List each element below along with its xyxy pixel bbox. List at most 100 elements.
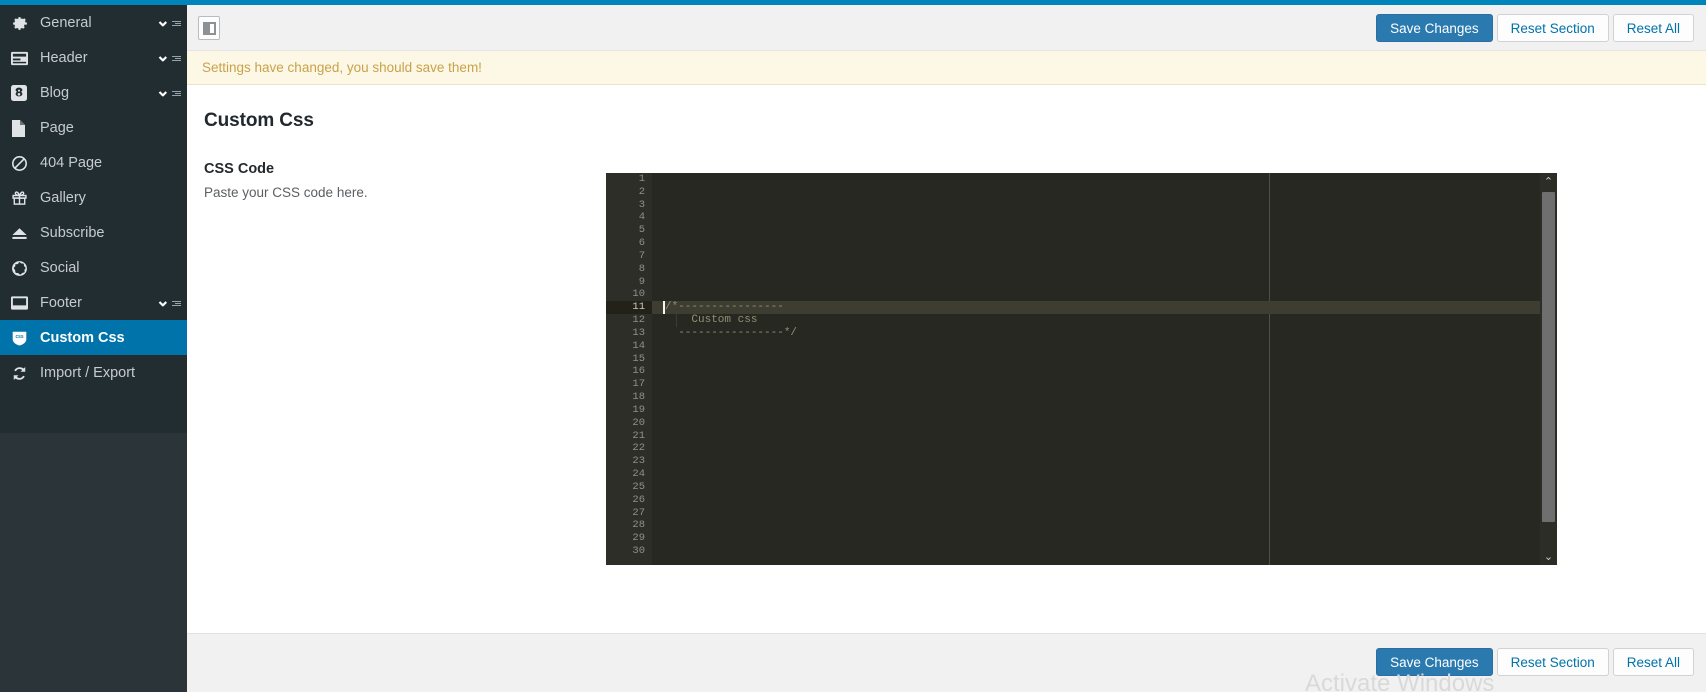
- sidebar-item-expander[interactable]: ⌄: [156, 76, 181, 111]
- code-line[interactable]: [652, 211, 1557, 224]
- footer-reset-section-button[interactable]: Reset Section: [1497, 648, 1609, 676]
- line-number: 30: [606, 545, 652, 558]
- css-code-editor[interactable]: 1234567891011121314151617181920212223242…: [606, 173, 1557, 565]
- code-line[interactable]: [652, 378, 1557, 391]
- sidebar-item-blog[interactable]: Blog ⌄: [0, 75, 187, 110]
- line-number: 28: [606, 519, 652, 532]
- sidebar-item-expander[interactable]: ⌄: [156, 6, 181, 41]
- eject-icon: [11, 223, 37, 243]
- code-text: /*----------------: [665, 301, 784, 313]
- editor-line-numbers: 1234567891011121314151617181920212223242…: [606, 173, 652, 565]
- scrollbar-thumb[interactable]: [1542, 192, 1555, 522]
- line-number: 20: [606, 417, 652, 430]
- code-line[interactable]: [652, 545, 1557, 558]
- line-number: 5: [606, 224, 652, 237]
- sidebar-item-footer[interactable]: Footer ⌄: [0, 285, 187, 320]
- sidebar-item-expander[interactable]: ⌄: [156, 286, 181, 321]
- sidebar-item-label: Custom Css: [40, 330, 125, 346]
- code-line[interactable]: Custom css: [652, 314, 1557, 327]
- refresh-icon: [11, 363, 37, 383]
- code-line[interactable]: ----------------*/: [652, 327, 1557, 340]
- sidebar-item-label: Footer: [40, 295, 82, 311]
- gear-icon: [11, 13, 37, 33]
- sidebar-item-page[interactable]: Page: [0, 110, 187, 145]
- code-line[interactable]: [652, 353, 1557, 366]
- reset-all-button[interactable]: Reset All: [1613, 14, 1694, 42]
- line-number: 27: [606, 507, 652, 520]
- code-line[interactable]: [652, 519, 1557, 532]
- submenu-lines-icon: [172, 21, 181, 26]
- reset-section-button[interactable]: Reset Section: [1497, 14, 1609, 42]
- editor-vertical-scrollbar[interactable]: ⌃ ⌄: [1540, 173, 1557, 565]
- scroll-down-icon[interactable]: ⌄: [1540, 548, 1557, 565]
- settings-changed-notice: Settings have changed, you should save t…: [187, 51, 1706, 85]
- chevron-down-icon[interactable]: ⌄: [156, 292, 170, 309]
- sidebar-item-import-export[interactable]: Import / Export: [0, 355, 187, 390]
- code-line[interactable]: [652, 276, 1557, 289]
- code-line[interactable]: [652, 404, 1557, 417]
- scroll-up-icon[interactable]: ⌃: [1540, 173, 1557, 190]
- ban-icon: [11, 153, 37, 173]
- sidebar-item-404-page[interactable]: 404 Page: [0, 145, 187, 180]
- code-line[interactable]: [652, 532, 1557, 545]
- code-line[interactable]: [652, 250, 1557, 263]
- sidebar-item-custom-css[interactable]: CSSCustom Css: [0, 320, 187, 355]
- code-line[interactable]: [652, 481, 1557, 494]
- line-number: 22: [606, 442, 652, 455]
- notice-text: Settings have changed, you should save t…: [202, 60, 482, 75]
- sidebar-item-expander[interactable]: ⌄: [156, 41, 181, 76]
- sidebar-item-label: Blog: [40, 85, 69, 101]
- line-number: 3: [606, 199, 652, 212]
- save-changes-button[interactable]: Save Changes: [1376, 14, 1493, 42]
- code-line[interactable]: [652, 494, 1557, 507]
- code-line[interactable]: [652, 455, 1557, 468]
- code-line[interactable]: /*----------------: [652, 301, 1557, 314]
- code-text: ----------------*/: [665, 327, 797, 339]
- code-line[interactable]: [652, 199, 1557, 212]
- sidebar-item-subscribe[interactable]: Subscribe: [0, 215, 187, 250]
- page-icon: [11, 118, 37, 138]
- footer-save-changes-button[interactable]: Save Changes: [1376, 648, 1493, 676]
- chevron-down-icon[interactable]: ⌄: [156, 12, 170, 29]
- sidebar-empty-area: [0, 433, 187, 692]
- main-panel: Save Changes Reset Section Reset All Set…: [187, 5, 1706, 692]
- page-title: Custom Css: [204, 110, 314, 132]
- code-line[interactable]: [652, 237, 1557, 250]
- code-line[interactable]: [652, 173, 1557, 186]
- line-number: 8: [606, 263, 652, 276]
- code-line[interactable]: [652, 340, 1557, 353]
- chevron-down-icon[interactable]: ⌄: [156, 47, 170, 64]
- code-line[interactable]: [652, 507, 1557, 520]
- line-number: 17: [606, 378, 652, 391]
- gift-icon: [11, 188, 37, 208]
- blog-icon: [11, 83, 37, 103]
- code-line[interactable]: [652, 224, 1557, 237]
- code-line[interactable]: [652, 468, 1557, 481]
- sidebar-item-header[interactable]: Header⌄: [0, 40, 187, 75]
- expand-collapse-icon[interactable]: [198, 16, 220, 40]
- sidebar-item-general[interactable]: General⌄: [0, 5, 187, 40]
- code-line[interactable]: [652, 442, 1557, 455]
- content-body: Custom Css CSS Code Paste your CSS code …: [187, 85, 1706, 626]
- submenu-lines-icon: [172, 56, 181, 61]
- line-number: 9: [606, 276, 652, 289]
- editor-code-area[interactable]: /*---------------- Custom css ----------…: [652, 173, 1557, 565]
- code-line[interactable]: [652, 417, 1557, 430]
- line-number: 21: [606, 430, 652, 443]
- line-number: 1: [606, 173, 652, 186]
- sidebar-item-social[interactable]: Social: [0, 250, 187, 285]
- line-number: 25: [606, 481, 652, 494]
- code-line[interactable]: [652, 430, 1557, 443]
- code-line[interactable]: [652, 391, 1557, 404]
- footer-reset-all-button[interactable]: Reset All: [1613, 648, 1694, 676]
- code-line[interactable]: [652, 288, 1557, 301]
- line-number: 7: [606, 250, 652, 263]
- code-line[interactable]: [652, 263, 1557, 276]
- chevron-down-icon[interactable]: ⌄: [156, 82, 170, 99]
- sidebar-item-label: Page: [40, 120, 74, 136]
- code-line[interactable]: [652, 365, 1557, 378]
- sidebar-item-gallery[interactable]: Gallery: [0, 180, 187, 215]
- toolbar: Save Changes Reset Section Reset All: [187, 5, 1706, 51]
- code-line[interactable]: [652, 186, 1557, 199]
- sidebar-item-label: Social: [40, 260, 80, 276]
